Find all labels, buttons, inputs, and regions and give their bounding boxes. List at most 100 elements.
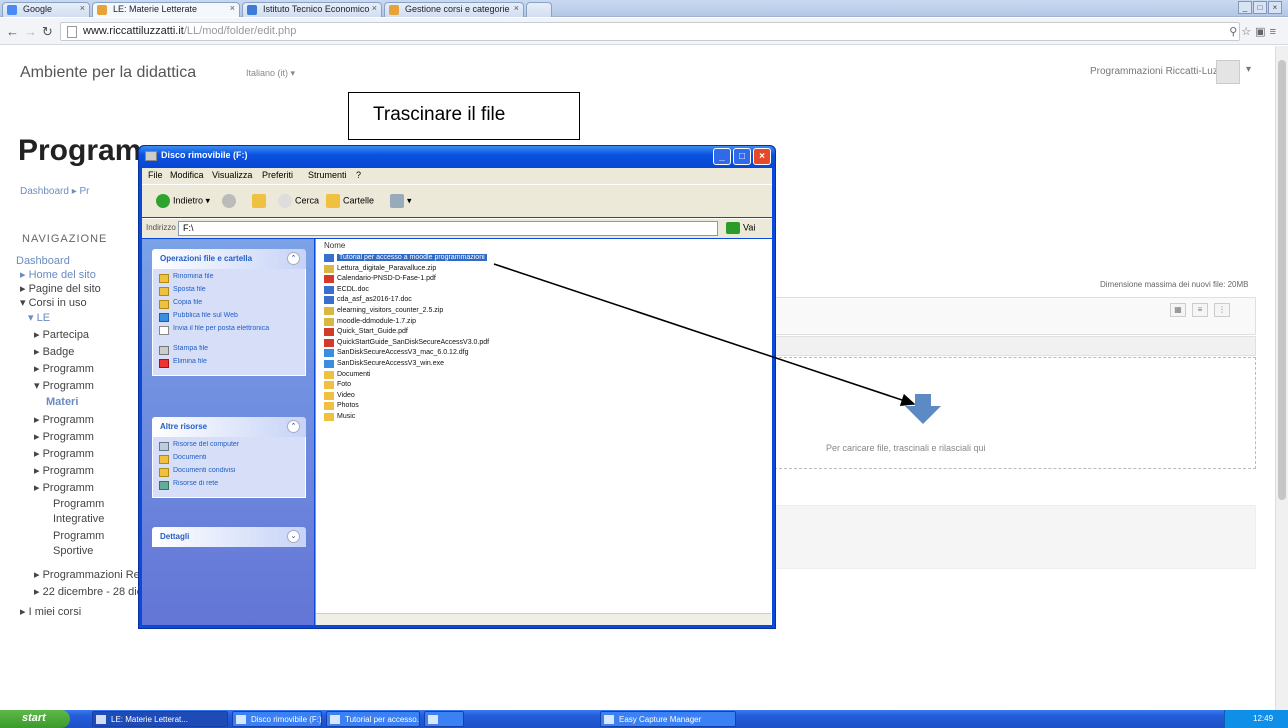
taskbar-item-browser[interactable]: LE: Materie Letterat... <box>92 711 228 727</box>
tab-gestione-corsi[interactable]: Gestione corsi e categorie × <box>384 2 524 17</box>
file-item[interactable]: QuickStartGuide_SanDiskSecureAccessV3.0.… <box>324 338 764 349</box>
menu-help[interactable]: ? <box>356 170 361 180</box>
nav-item[interactable]: Dashboard <box>16 255 70 267</box>
task-print[interactable]: Stampa file <box>159 345 299 358</box>
collapse-icon[interactable]: ⌃ <box>287 420 300 433</box>
language-menu[interactable]: Italiano (it) ▾ <box>246 68 295 79</box>
close-icon[interactable]: × <box>753 148 771 165</box>
taskbar-item-app[interactable] <box>424 711 464 727</box>
file-tasks-header[interactable]: Operazioni file e cartella ⌃ <box>152 249 306 269</box>
nav-item[interactable]: ▸ Programm <box>34 464 94 477</box>
nav-item[interactable]: ▸ Programm <box>34 481 94 494</box>
file-item[interactable]: moodle-ddmodule-1.7.zip <box>324 317 764 328</box>
file-item[interactable]: Lettura_digitale_Paravalluce.zip <box>324 264 764 275</box>
chevron-down-icon[interactable]: ▾ <box>1246 64 1251 75</box>
new-tab-button[interactable] <box>526 2 552 17</box>
back-button[interactable]: Indietro ▾ <box>156 194 210 208</box>
details-header[interactable]: Dettagli ⌄ <box>152 527 306 547</box>
breadcrumb[interactable]: Dashboard ▸ Pr <box>20 186 90 197</box>
start-button[interactable]: start <box>0 710 70 728</box>
folders-button[interactable]: Cartelle <box>326 194 374 208</box>
forward-arrow-icon[interactable]: → <box>24 24 37 39</box>
place-computer[interactable]: Risorse del computer <box>159 441 299 454</box>
menu-file[interactable]: File <box>148 170 163 180</box>
user-name[interactable]: Programmazioni Riccatti-Luzzatti <box>1090 66 1236 77</box>
file-item[interactable]: Photos <box>324 401 764 412</box>
menu-modifica[interactable]: Modifica <box>170 170 204 180</box>
taskbar-item-capture[interactable]: Easy Capture Manager <box>600 711 736 727</box>
place-documents[interactable]: Documenti <box>159 454 299 467</box>
place-shared-documents[interactable]: Documenti condivisi <box>159 467 299 480</box>
maximize-icon[interactable]: □ <box>733 148 751 165</box>
nav-item[interactable]: ▾ Corsi in uso <box>20 296 87 309</box>
nav-item-materie[interactable]: Materi <box>46 396 78 408</box>
address-field[interactable]: F:\ <box>178 221 718 236</box>
views-button[interactable]: ▾ <box>390 194 412 208</box>
menu-preferiti[interactable]: Preferiti <box>262 170 293 180</box>
star-icon[interactable]: ☆ <box>1241 26 1255 38</box>
file-item[interactable]: Documenti <box>324 370 764 381</box>
go-button[interactable]: Vai <box>726 222 755 234</box>
nav-item[interactable]: ▸ Home del sito <box>20 268 96 281</box>
forward-button[interactable] <box>222 194 239 208</box>
nav-item[interactable]: Integrative <box>53 513 104 525</box>
scrollbar-thumb[interactable] <box>1278 60 1286 500</box>
minimize-icon[interactable]: _ <box>1238 1 1252 14</box>
list-view-icon[interactable]: ≡ <box>1192 303 1208 317</box>
nav-item[interactable]: ▸ Badge <box>34 345 74 358</box>
explorer-title-bar[interactable]: Disco rimovibile (F:) _ □ × <box>139 146 775 168</box>
menu-icon[interactable]: ≡ <box>1270 26 1280 38</box>
nav-item[interactable]: Programm <box>53 530 104 542</box>
nav-item[interactable]: ▸ Programm <box>34 447 94 460</box>
reload-icon[interactable]: ↻ <box>42 24 53 40</box>
tree-view-icon[interactable]: ⋮ <box>1214 303 1230 317</box>
close-icon[interactable]: × <box>1268 1 1282 14</box>
menu-visualizza[interactable]: Visualizza <box>212 170 252 180</box>
other-places-header[interactable]: Altre risorse ⌃ <box>152 417 306 437</box>
taskbar-item-explorer[interactable]: Disco rimovibile (F:) <box>232 711 322 727</box>
task-copy[interactable]: Copia file <box>159 299 299 312</box>
file-item[interactable]: Foto <box>324 380 764 391</box>
address-bar[interactable]: www.riccattiluzzatti.it/LL/mod/folder/ed… <box>60 22 1240 41</box>
nav-item[interactable]: Sportive <box>53 545 93 557</box>
site-brand[interactable]: Ambiente per la didattica <box>20 64 196 82</box>
place-network[interactable]: Risorse di rete <box>159 480 299 493</box>
avatar[interactable] <box>1216 60 1240 84</box>
file-item[interactable]: SanDiskSecureAccessV3_win.exe <box>324 359 764 370</box>
file-item[interactable]: elearning_visitors_counter_2.5.zip <box>324 306 764 317</box>
tab-close-icon[interactable]: × <box>80 3 85 13</box>
collapse-icon[interactable]: ⌃ <box>287 252 300 265</box>
task-publish[interactable]: Pubblica file sul Web <box>159 312 299 325</box>
clock[interactable]: 12:49 <box>1253 714 1273 723</box>
task-delete[interactable]: Elimina file <box>159 358 299 371</box>
tab-istituto[interactable]: Istituto Tecnico Economico × <box>242 2 382 17</box>
grid-view-icon[interactable]: ▦ <box>1170 303 1186 317</box>
minimize-icon[interactable]: _ <box>713 148 731 165</box>
expand-icon[interactable]: ⌄ <box>287 530 300 543</box>
extension-icon[interactable]: ▣ <box>1255 26 1269 38</box>
file-item[interactable]: cda_asf_as2016-17.doc <box>324 295 764 306</box>
task-rename[interactable]: Rinomina file <box>159 273 299 286</box>
tab-google[interactable]: Google × <box>2 2 90 17</box>
file-item[interactable]: Video <box>324 391 764 402</box>
maximize-icon[interactable]: □ <box>1253 1 1267 14</box>
tab-close-icon[interactable]: × <box>372 3 377 13</box>
file-item[interactable]: Music <box>324 412 764 423</box>
back-arrow-icon[interactable]: ← <box>6 24 19 39</box>
nav-item[interactable]: ▸ I miei corsi <box>20 605 81 618</box>
nav-item[interactable]: ▾ Programm <box>34 379 94 392</box>
file-item[interactable]: Tutorial per accesso a moodle programmaz… <box>324 253 764 264</box>
nav-item[interactable]: ▸ Partecipa <box>34 328 89 341</box>
horizontal-scrollbar[interactable] <box>316 613 771 625</box>
menu-strumenti[interactable]: Strumenti <box>308 170 347 180</box>
tab-close-icon[interactable]: × <box>230 3 235 13</box>
file-item[interactable]: Quick_Start_Guide.pdf <box>324 327 764 338</box>
file-item[interactable]: SanDiskSecureAccessV3_mac_6.0.12.dfg <box>324 348 764 359</box>
nav-item[interactable]: ▸ Pagine del sito <box>20 282 101 295</box>
nav-item[interactable]: ▸ Programm <box>34 413 94 426</box>
nav-item[interactable]: Programm <box>53 498 104 510</box>
file-item[interactable]: Calendario-PNSD-D-Fase-1.pdf <box>324 274 764 285</box>
nav-item[interactable]: ▾ LE <box>28 311 50 324</box>
column-header-name[interactable]: Nome <box>324 241 345 250</box>
task-email[interactable]: Invia il file per posta elettronica <box>159 325 299 345</box>
